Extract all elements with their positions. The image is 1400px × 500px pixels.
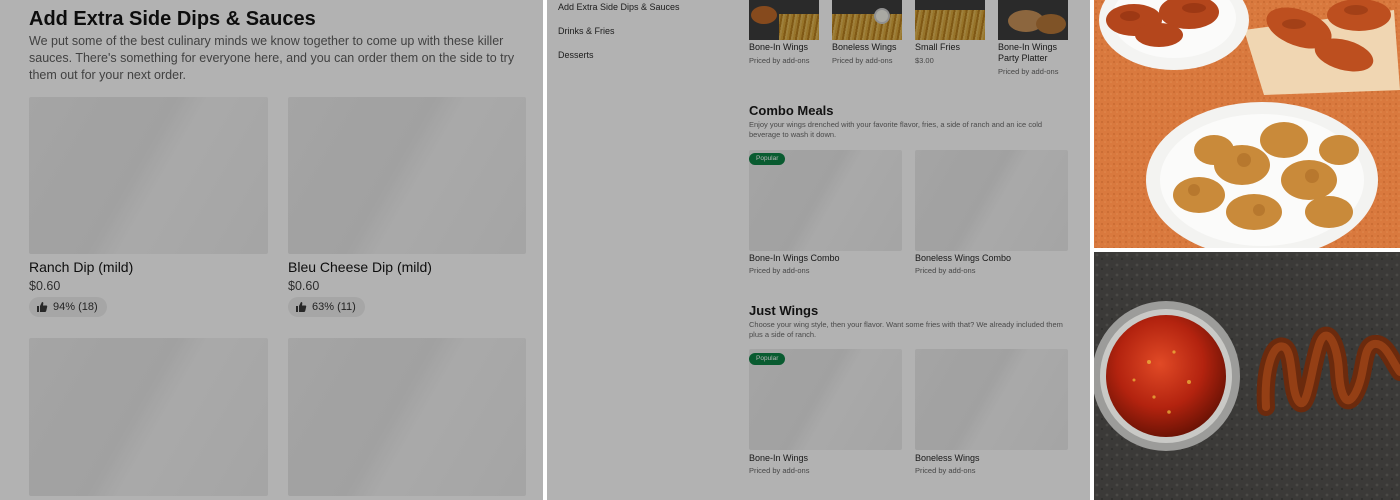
fries-graphic — [779, 14, 819, 40]
bleu-cheese-dip-image[interactable] — [288, 97, 526, 254]
rating-text: 63% (11) — [312, 301, 356, 313]
small-fries-thumbnail[interactable] — [915, 0, 985, 40]
wings-photo — [1094, 0, 1400, 248]
wings-graphic — [751, 6, 777, 24]
section-description: Enjoy your wings drenched with your favo… — [749, 120, 1043, 139]
ranch-dip-image[interactable] — [29, 97, 268, 254]
item-name[interactable]: Boneless Wings — [832, 42, 907, 53]
item-price: Priced by add-ons — [749, 56, 810, 65]
item-name[interactable]: Bone-In Wings — [749, 42, 824, 53]
nav-item-desserts[interactable]: Desserts — [558, 50, 594, 60]
item-price: Priced by add-ons — [915, 466, 976, 475]
boneless-wings-thumbnail[interactable] — [832, 0, 902, 40]
item-name[interactable]: Boneless Wings Combo — [915, 253, 1011, 263]
wings-graphic — [1036, 14, 1066, 34]
item-price: $0.60 — [288, 279, 320, 293]
rating-badge: 94% (18) — [29, 297, 107, 317]
thumbs-up-icon — [296, 302, 307, 312]
section-title: Add Extra Side Dips & Sauces — [29, 8, 316, 30]
bone-in-wings-combo-image[interactable] — [749, 150, 902, 251]
fries-graphic — [832, 14, 902, 40]
item-price: Priced by add-ons — [998, 67, 1059, 76]
section-description: We put some of the best culinary minds w… — [29, 34, 515, 82]
fries-graphic — [915, 10, 985, 40]
nav-item-drinks-fries[interactable]: Drinks & Fries — [558, 26, 615, 36]
item-name[interactable]: Small Fries — [915, 42, 990, 53]
item-name[interactable]: Bone-In Wings Combo — [749, 253, 840, 263]
thumbs-up-icon — [37, 302, 48, 312]
popular-badge: Popular — [749, 353, 786, 365]
rating-text: 94% (18) — [53, 301, 98, 313]
sauce-cup-illustration — [1094, 252, 1400, 500]
section-description: Choose your wing style, then your flavor… — [749, 320, 1063, 339]
item-name[interactable]: Bleu Cheese Dip (mild) — [288, 259, 432, 275]
item-price: Priced by add-ons — [832, 56, 893, 65]
boneless-wings-combo-image[interactable] — [915, 150, 1068, 251]
wings-plates-illustration — [1094, 0, 1400, 248]
item-price: $0.60 — [29, 279, 61, 293]
item-price: Priced by add-ons — [915, 266, 976, 275]
item-image[interactable] — [29, 338, 268, 496]
popular-badge: Popular — [749, 153, 786, 165]
sauces-section-panel: Add Extra Side Dips & Sauces We put some… — [0, 0, 543, 500]
dip-cup-graphic — [874, 8, 890, 24]
item-name[interactable]: Boneless Wings — [915, 453, 980, 463]
item-name[interactable]: Bone-In Wings — [749, 453, 808, 463]
item-price: Priced by add-ons — [749, 266, 810, 275]
item-name[interactable]: Bone-In Wings Party Platter — [998, 42, 1076, 64]
item-name[interactable]: Ranch Dip (mild) — [29, 259, 133, 275]
section-title: Just Wings — [749, 303, 819, 318]
nav-item-sauces[interactable]: Add Extra Side Dips & Sauces — [558, 2, 680, 12]
party-platter-thumbnail[interactable] — [998, 0, 1068, 40]
sauce-photo — [1094, 252, 1400, 500]
section-title: Combo Meals — [749, 103, 834, 118]
item-price: $3.00 — [915, 56, 934, 65]
item-price: Priced by add-ons — [749, 466, 810, 475]
rating-badge: 63% (11) — [288, 297, 365, 317]
menu-panel: Add Extra Side Dips & Sauces Drinks & Fr… — [547, 0, 1090, 500]
boneless-wings-image[interactable] — [915, 349, 1068, 450]
bone-in-wings-thumbnail[interactable] — [749, 0, 819, 40]
item-image[interactable] — [288, 338, 526, 496]
